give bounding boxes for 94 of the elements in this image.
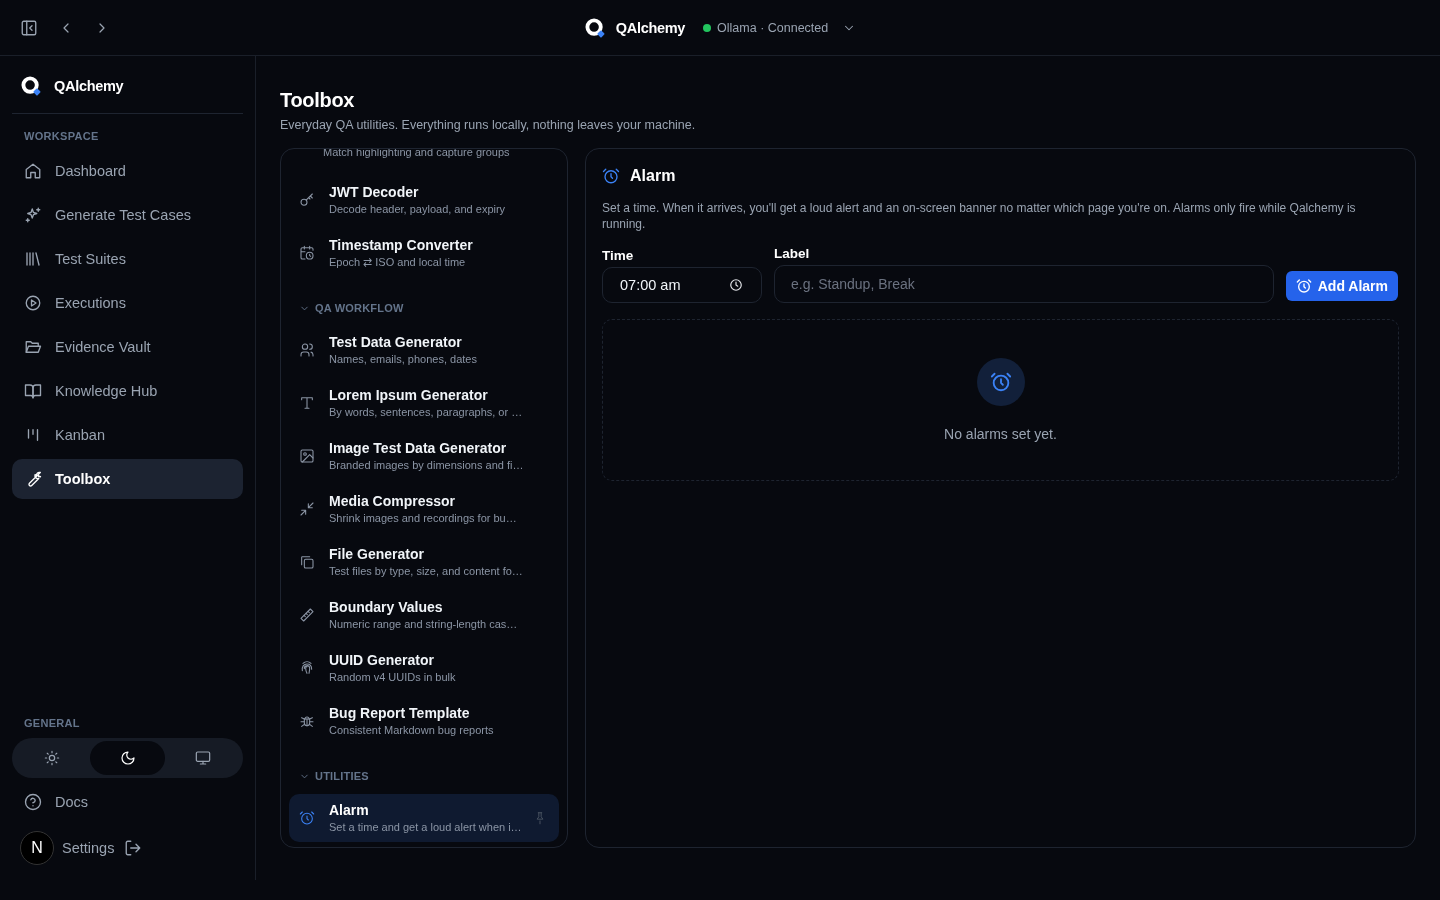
tool-description: Set a time and get a loud alert when i… — [329, 820, 522, 835]
panel-title: Alarm — [630, 167, 676, 185]
tool-item[interactable]: Test Data Generator Names, emails, phones, dates — [289, 326, 559, 374]
tool-name: JWT Decoder — [329, 183, 420, 201]
house-icon — [24, 162, 42, 180]
nav-item[interactable]: Kanban — [12, 415, 243, 455]
clock-icon — [729, 278, 743, 292]
user-avatar[interactable]: N — [20, 831, 54, 865]
empty-message: No alarms set yet. — [944, 426, 1057, 442]
nav-item[interactable]: Knowledge Hub — [12, 371, 243, 411]
tool-item[interactable]: Media Compressor Shrink images and recordings for bu… — [289, 485, 559, 533]
tool-item[interactable]: Alarm Set a time and get a loud alert when i… — [289, 794, 559, 842]
image-icon — [299, 448, 315, 464]
tool-item[interactable]: Bug Report Template Consistent Markdown bug reports — [289, 697, 559, 745]
play-circle-icon — [24, 294, 42, 312]
shrink-arrows-icon — [299, 501, 315, 517]
logout-icon — [124, 839, 143, 857]
nav-item[interactable]: Evidence Vault — [12, 327, 243, 367]
tool-name: Image Test Data Generator — [329, 439, 508, 457]
sparkles-icon — [24, 206, 42, 224]
tool-name: Timestamp Converter — [329, 236, 473, 254]
nav-item[interactable]: Test Suites — [12, 239, 243, 279]
tool-description: Shrink images and recordings for bu… — [329, 511, 517, 526]
key-icon — [299, 192, 315, 208]
tool-description: Test files by type, size, and content fo… — [329, 564, 523, 579]
tool-item[interactable]: JWT Decoder Decode header, payload, and expiry — [289, 176, 559, 224]
page-title: Toolbox — [280, 89, 356, 112]
sun-icon — [43, 750, 60, 766]
section-heading: WORKSPACE — [23, 130, 100, 142]
alarm-clock-icon — [299, 810, 315, 826]
page-subtitle: Everyday QA utilities. Everything runs locally, nothing leaves your machine. — [280, 118, 697, 132]
nav-item[interactable]: Docs — [12, 782, 243, 822]
tool-description: Consistent Markdown bug reports — [329, 723, 494, 738]
app-name: QAlchemy — [54, 78, 124, 94]
fingerprint-icon — [299, 660, 315, 676]
tool-description: Decode header, payload, and expiry — [329, 202, 506, 217]
tool-name: Media Compressor — [329, 492, 457, 510]
group-header[interactable]: UTILITIES — [289, 770, 559, 782]
letter-t-icon — [299, 395, 315, 411]
group-header[interactable]: QA WORKFLOW — [289, 302, 559, 314]
book-icon — [24, 382, 42, 400]
tool-item[interactable]: Image Test Data Generator Branded images by dimensions and fi… — [289, 432, 559, 480]
ruler-icon — [299, 607, 315, 623]
time-field[interactable]: 07:00 am — [602, 267, 762, 303]
tool-description: Epoch ⇄ ISO and local time — [329, 255, 467, 270]
panel-icon — [20, 18, 38, 37]
nav-item[interactable]: Settings — [60, 833, 117, 863]
help-icon — [24, 793, 42, 811]
alarm-clock-icon — [976, 358, 1025, 406]
tool-name: Alarm — [329, 801, 370, 819]
tool-description: Branded images by dimensions and fi… — [329, 458, 524, 473]
app-name: QAlchemy — [615, 19, 686, 36]
tool-item[interactable]: UUID Generator Random v4 UUIDs in bulk — [289, 644, 559, 692]
calendar-clock-icon — [299, 245, 315, 261]
tool-name: Bug Report Template — [329, 704, 471, 722]
field-label: Label — [774, 246, 811, 261]
books-icon — [24, 250, 42, 268]
status-dot-icon — [703, 23, 712, 32]
users-icon — [299, 342, 315, 358]
section-heading: GENERAL — [23, 717, 81, 729]
folder-icon — [24, 338, 42, 356]
connection-status-dropdown[interactable]: Ollama · Connected — [703, 20, 857, 35]
moon-icon — [119, 750, 136, 766]
nav-item[interactable]: Dashboard — [12, 151, 243, 191]
tool-name: UUID Generator — [329, 651, 436, 669]
tool-item[interactable]: File Generator Test files by type, size, and content fo… — [289, 538, 559, 586]
label-field[interactable]: e.g. Standup, Break — [774, 265, 1274, 303]
tool-name: File Generator — [329, 545, 425, 563]
add-alarm-button[interactable]: Add Alarm — [1285, 271, 1398, 301]
nav-item[interactable]: Generate Test Cases — [12, 195, 243, 235]
nav-item[interactable]: Executions — [12, 283, 243, 323]
tool-item[interactable]: Lorem Ipsum Generator By words, sentences, paragraphs, or … — [289, 379, 559, 427]
alarm-clock-icon — [1295, 278, 1312, 294]
tool-name: Boundary Values — [329, 598, 444, 616]
logo-icon — [20, 75, 42, 97]
nav-item[interactable]: Toolbox — [12, 459, 243, 499]
panel-description: Set a time. When it arrives, you'll get a loud alert and an on-screen banner no matter which page you're on. Alarms only fire while Qalchemy is running. — [602, 200, 1357, 232]
dark-theme-button[interactable] — [89, 741, 166, 775]
field-label: Time — [602, 248, 635, 263]
tool-description: By words, sentences, paragraphs, or … — [329, 405, 523, 420]
tool-description: Numeric range and string-length cas… — [329, 617, 518, 632]
alarm-clock-icon — [602, 167, 620, 185]
tool-item[interactable]: Timestamp Converter Epoch ⇄ ISO and local time — [289, 229, 559, 277]
sidebar-toggle-button[interactable] — [20, 18, 38, 37]
bug-icon — [299, 713, 315, 729]
monitor-icon — [195, 750, 212, 766]
tool-description: Random v4 UUIDs in bulk — [329, 670, 456, 685]
logo-icon — [583, 16, 606, 39]
copy-icon — [299, 554, 315, 570]
tool-item[interactable]: Boundary Values Numeric range and string-length cas… — [289, 591, 559, 639]
tool-name: Test Data Generator — [329, 333, 463, 351]
tool-description: Match highlighting and capture groups — [322, 149, 511, 158]
tool-description: Names, emails, phones, dates — [329, 352, 477, 367]
tool-name: Lorem Ipsum Generator — [329, 386, 489, 404]
